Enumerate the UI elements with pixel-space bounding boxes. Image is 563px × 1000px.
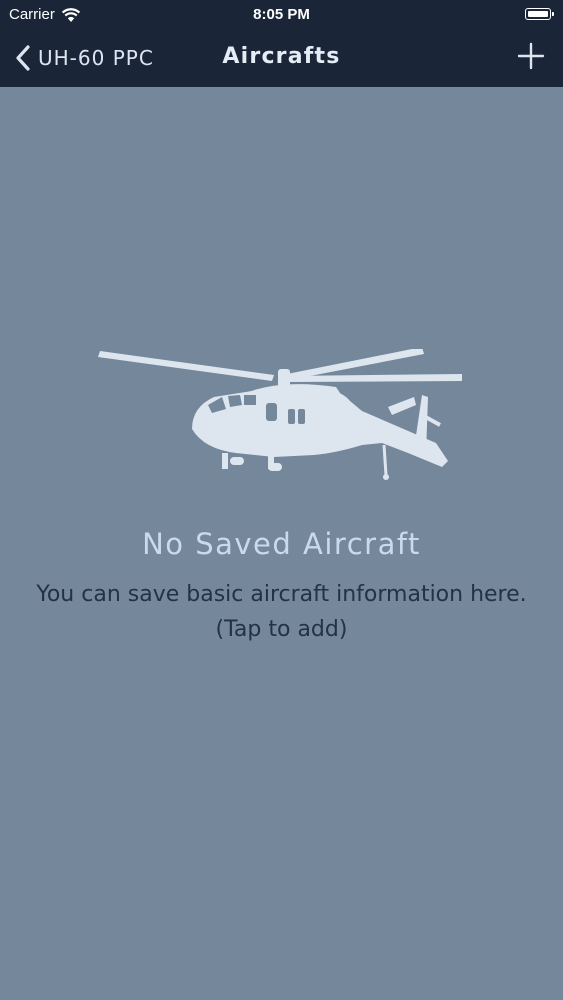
empty-state[interactable]: No Saved Aircraft You can save basic air…	[0, 87, 563, 1000]
battery-icon	[525, 8, 554, 20]
add-aircraft-button[interactable]	[517, 42, 545, 70]
plus-icon	[517, 42, 545, 70]
empty-state-title: No Saved Aircraft	[142, 527, 421, 561]
status-time: 8:05 PM	[253, 6, 310, 23]
helicopter-icon	[98, 349, 462, 480]
empty-state-message-line1: You can save basic aircraft information …	[36, 582, 527, 607]
navigation-bar: UH-60 PPC Aircrafts	[0, 30, 563, 87]
empty-state-message-line2: (Tap to add)	[215, 617, 348, 642]
page-title: Aircrafts	[222, 44, 341, 69]
empty-state-message: You can save basic aircraft information …	[0, 577, 563, 647]
status-bar: Carrier 8:05 PM	[0, 0, 563, 30]
